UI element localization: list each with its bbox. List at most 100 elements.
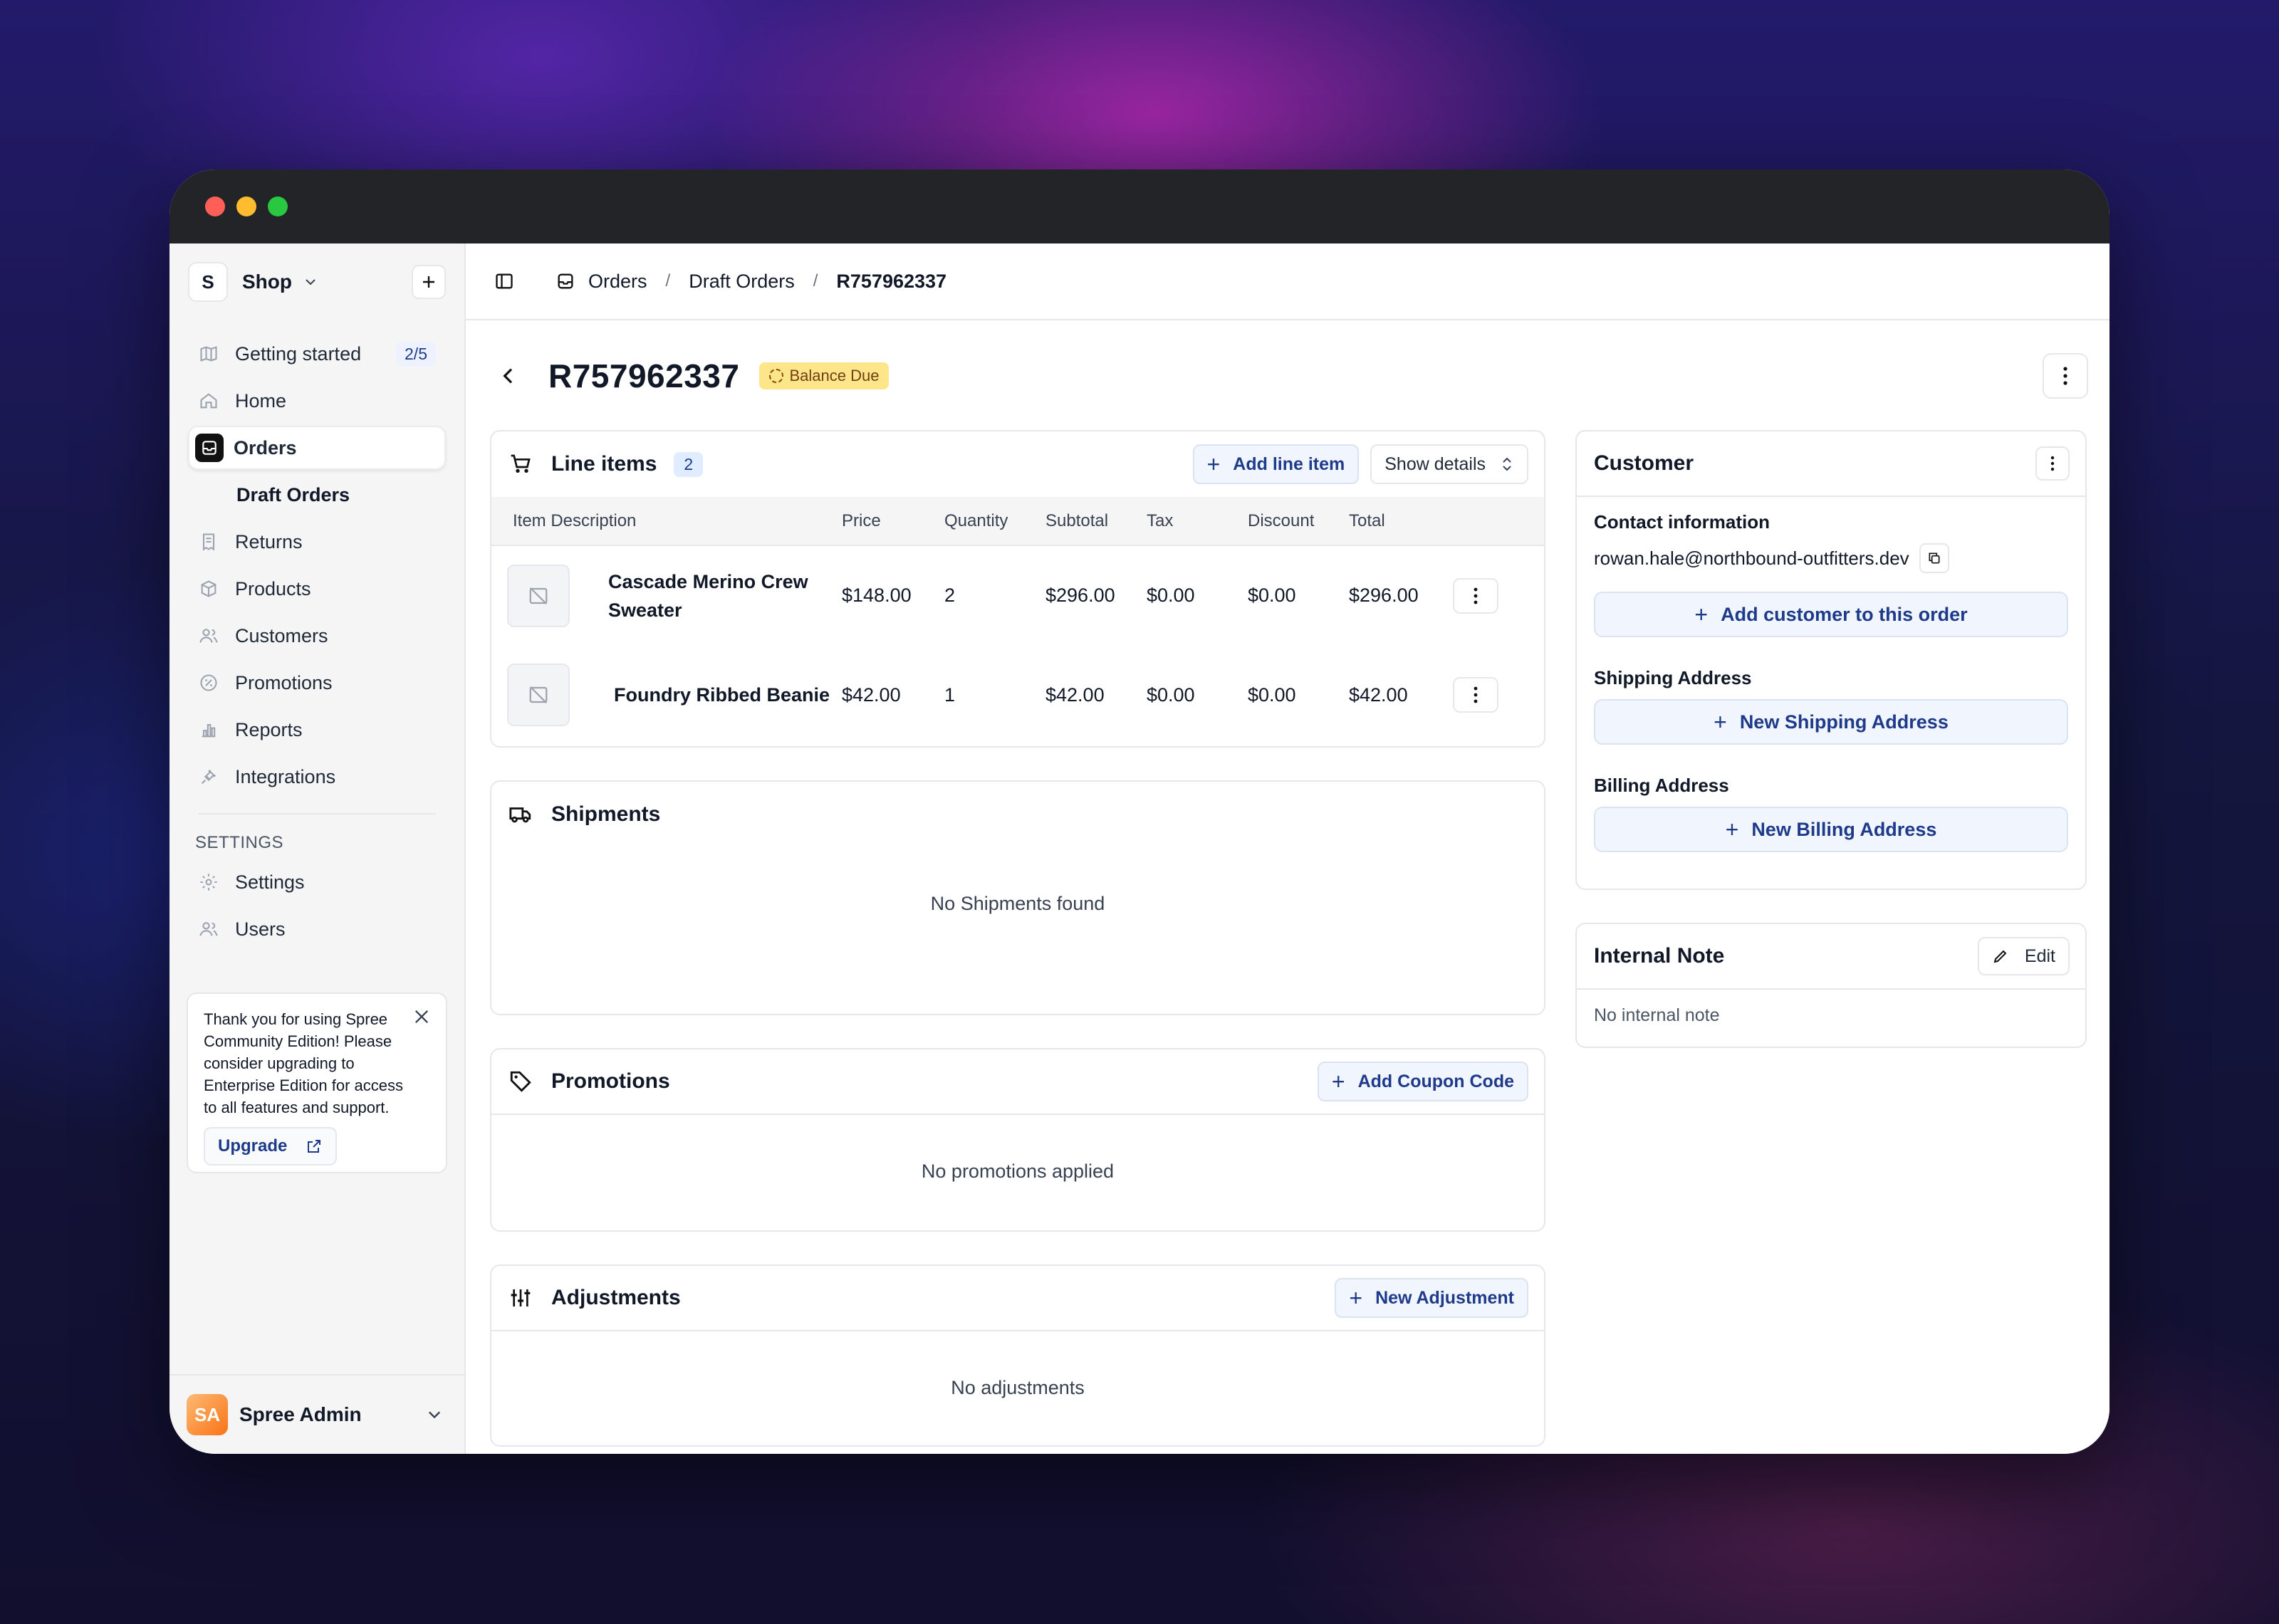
item-total: $296.00	[1349, 585, 1419, 606]
shipments-title: Shipments	[551, 802, 661, 826]
add-coupon-code-button[interactable]: + Add Coupon Code	[1317, 1062, 1528, 1101]
sidebar-item-integrations[interactable]: Integrations	[188, 755, 446, 799]
sidebar-item-reports[interactable]: Reports	[188, 708, 446, 752]
internal-note-empty: No internal note	[1594, 1005, 1720, 1025]
breadcrumb-orders[interactable]: Orders	[588, 271, 647, 293]
external-link-icon	[308, 1140, 321, 1153]
plug-icon	[198, 766, 219, 787]
sidebar-item-label: Getting started	[235, 342, 362, 365]
chevron-down-icon	[428, 1411, 441, 1419]
item-tax: $0.00	[1147, 683, 1195, 706]
show-details-select[interactable]: Show details	[1370, 444, 1528, 484]
close-window-button[interactable]	[205, 197, 225, 216]
sidebar-toggle-icon[interactable]	[494, 271, 514, 291]
minimize-window-button[interactable]	[236, 197, 256, 216]
edit-note-button[interactable]: Edit	[1977, 937, 2070, 975]
plus-icon: +	[1714, 709, 1727, 735]
item-name[interactable]: Foundry Ribbed Beanie	[614, 681, 830, 709]
main-content: Orders / Draft Orders / R757962337 R7579…	[466, 243, 2109, 1454]
back-arrow-icon[interactable]	[497, 365, 520, 387]
sidebar-item-label: Home	[235, 389, 287, 412]
line-items-table: Item Description Price Quantity Subtotal…	[491, 497, 1544, 745]
column-header: Subtotal	[1045, 510, 1109, 530]
order-actions-button[interactable]	[2043, 353, 2088, 399]
customer-actions-button[interactable]	[2035, 446, 2070, 481]
sidebar-item-draft-orders[interactable]: Draft Orders	[188, 473, 446, 517]
new-adjustment-label: New Adjustment	[1375, 1287, 1514, 1308]
item-tax: $0.00	[1147, 585, 1195, 606]
product-image-placeholder	[507, 664, 570, 726]
sidebar-item-products[interactable]: Products	[188, 567, 446, 611]
chevron-down-icon	[306, 279, 315, 285]
package-icon	[198, 578, 219, 599]
item-total: $42.00	[1349, 683, 1408, 706]
item-quantity: 1	[944, 683, 956, 706]
sidebar-item-orders[interactable]: Orders	[188, 426, 446, 470]
sidebar-item-customers[interactable]: Customers	[188, 614, 446, 658]
close-icon[interactable]	[412, 1007, 432, 1027]
item-name[interactable]: Cascade Merino Crew Sweater	[608, 567, 822, 624]
add-customer-label: Add customer to this order	[1721, 603, 1968, 625]
upgrade-button[interactable]: Upgrade	[204, 1127, 338, 1165]
chevron-up-down-icon	[1503, 457, 1511, 471]
tag-icon	[509, 1069, 533, 1094]
more-vertical-icon	[1474, 587, 1478, 604]
edit-note-label: Edit	[2024, 945, 2055, 966]
breadcrumb-draft-orders[interactable]: Draft Orders	[689, 271, 795, 293]
user-name: Spree Admin	[239, 1403, 362, 1425]
maximize-window-button[interactable]	[268, 197, 288, 216]
add-button[interactable]	[412, 265, 446, 299]
row-actions-button[interactable]	[1453, 677, 1498, 713]
map-icon	[198, 343, 219, 365]
promotions-header: Promotions + Add Coupon Code	[491, 1049, 1544, 1115]
internal-note-card: Internal Note Edit No internal note	[1575, 923, 2087, 1048]
plus-icon: +	[1694, 602, 1709, 627]
copy-icon[interactable]	[1919, 543, 1949, 573]
plus-icon: +	[1725, 817, 1739, 842]
user-menu[interactable]: SA Spree Admin	[170, 1374, 464, 1454]
sidebar-item-label: Promotions	[235, 671, 333, 693]
new-shipping-address-label: New Shipping Address	[1739, 711, 1949, 733]
sidebar-item-label: Returns	[235, 530, 303, 552]
table-row: Foundry Ribbed Beanie $42.00 1 $42.00 $0…	[491, 645, 1544, 745]
adjustments-empty-state: No adjustments	[951, 1377, 1085, 1398]
line-items-header: Line items 2 + Add line item Show detail…	[491, 431, 1544, 497]
sidebar-divider	[198, 813, 436, 814]
sidebar-item-settings[interactable]: Settings	[188, 860, 446, 904]
item-price: $42.00	[842, 683, 901, 706]
store-switcher[interactable]: S Shop	[188, 262, 446, 302]
promotions-empty-state: No promotions applied	[921, 1161, 1115, 1182]
upgrade-notice-text: Thank you for using Spree Community Edit…	[204, 1010, 404, 1116]
table-header-row: Item Description Price Quantity Subtotal…	[491, 497, 1544, 545]
line-items-card: Line items 2 + Add line item Show detail…	[490, 430, 1545, 748]
shipments-header: Shipments	[491, 782, 1544, 847]
column-header: Tax	[1147, 510, 1174, 530]
sidebar-item-returns[interactable]: Returns	[188, 520, 446, 564]
column-header: Discount	[1248, 510, 1315, 530]
row-actions-button[interactable]	[1453, 577, 1498, 614]
table-row: Cascade Merino Crew Sweater $148.00 2 $2…	[491, 545, 1544, 645]
customer-email: rowan.hale@northbound-outfitters.dev	[1594, 547, 1909, 569]
sidebar-item-label: Customers	[235, 624, 328, 646]
breadcrumb-current: R757962337	[836, 270, 947, 292]
sidebar: S Shop Getting started 2/5 Home Orders D…	[170, 243, 466, 1454]
more-vertical-icon	[1474, 686, 1478, 703]
sidebar-item-promotions[interactable]: Promotions	[188, 661, 446, 705]
add-customer-button[interactable]: + Add customer to this order	[1594, 592, 2068, 637]
adjustments-title: Adjustments	[551, 1286, 681, 1309]
add-line-item-label: Add line item	[1233, 454, 1345, 474]
sidebar-item-home[interactable]: Home	[188, 379, 446, 423]
new-shipping-address-button[interactable]: + New Shipping Address	[1594, 699, 2068, 745]
sliders-icon	[509, 1286, 533, 1310]
store-name: Shop	[242, 271, 292, 293]
line-items-actions: + Add line item Show details	[1192, 444, 1528, 484]
sidebar-item-label: Orders	[234, 436, 297, 459]
window-titlebar	[170, 169, 2109, 243]
sidebar-item-getting-started[interactable]: Getting started 2/5	[188, 332, 446, 376]
more-vertical-icon	[2050, 456, 2055, 471]
pencil-icon	[1993, 950, 2007, 963]
new-billing-address-button[interactable]: + New Billing Address	[1594, 807, 2068, 852]
add-line-item-button[interactable]: + Add line item	[1192, 444, 1360, 484]
sidebar-item-users[interactable]: Users	[188, 907, 446, 951]
new-adjustment-button[interactable]: + New Adjustment	[1335, 1278, 1528, 1318]
